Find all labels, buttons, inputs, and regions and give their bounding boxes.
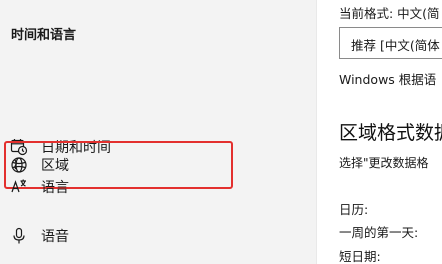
- sidebar-title: 时间和语言: [11, 28, 77, 43]
- microphone-icon: [9, 226, 29, 246]
- nav-item-speech-label: 语音: [41, 229, 69, 245]
- windows-format-note: Windows 根据语: [339, 72, 437, 87]
- format-dropdown[interactable]: 推荐 [中文(简体: [339, 27, 442, 59]
- section-title: 区域格式数据: [339, 122, 442, 144]
- field-first-day-label: 一周的第一天:: [339, 225, 419, 240]
- nav-item-speech[interactable]: 语音: [4, 211, 232, 261]
- current-format-label: 当前格式: 中文(简: [339, 6, 440, 21]
- section-description: 选择"更改数据格: [339, 156, 429, 170]
- nav-item-language-label: 语言: [41, 180, 69, 196]
- language-icon: [9, 177, 29, 197]
- region-settings-pane: 当前格式: 中文(简 推荐 [中文(简体 Windows 根据语 区域格式数据 …: [317, 0, 442, 264]
- sidebar: 时间和语言 日期和时间 区域 语言 语音: [0, 0, 316, 264]
- field-calendar-label: 日历:: [339, 202, 369, 217]
- nav-item-language[interactable]: 语言: [4, 162, 232, 212]
- field-short-date-label: 短日期:: [339, 249, 381, 264]
- format-dropdown-value: 推荐 [中文(简体: [351, 38, 440, 53]
